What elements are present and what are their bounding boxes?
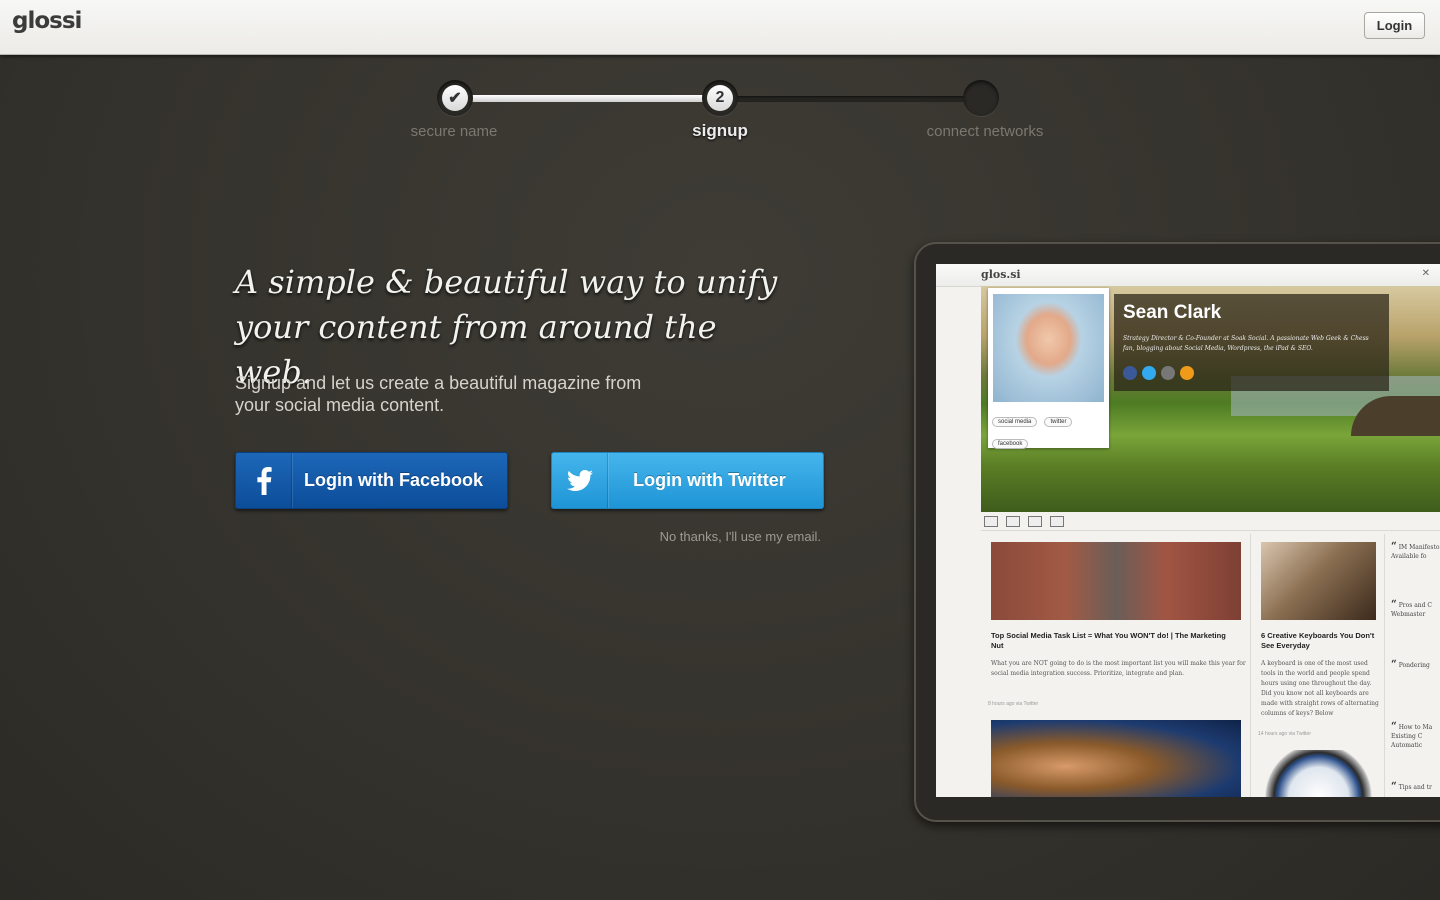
column-divider [1384, 534, 1385, 797]
facebook-icon [236, 453, 292, 508]
google-plus-icon [1161, 366, 1175, 380]
quote-text: How to Ma Existing C Automatic [1391, 724, 1433, 749]
glove-article-image [1261, 542, 1376, 620]
subtitle-line-1: Signup and let us create a beautiful mag… [235, 373, 642, 393]
tag-social-media: social media [992, 417, 1038, 427]
article-meta: 8 hours ago via Twitter [988, 701, 1039, 707]
login-with-twitter-button[interactable]: Login with Twitter [551, 452, 824, 509]
article-icon [1028, 516, 1042, 527]
close-icon: ✕ [1421, 268, 1430, 279]
article-excerpt: What you are NOT going to do is the most… [991, 660, 1246, 677]
rss-icon [1180, 366, 1194, 380]
article-title: Top Social Media Task List = What You WO… [991, 631, 1226, 650]
tag-twitter: twitter [1044, 417, 1073, 427]
profile-bio: Strategy Director & Co-Founder at Soak S… [1123, 335, 1369, 352]
tag-facebook: facebook [992, 439, 1029, 449]
subtitle: Signup and let us create a beautiful mag… [235, 372, 715, 416]
step-signup-marker: 2 [702, 80, 738, 116]
profile-name: Sean Clark [1123, 302, 1222, 323]
profile-social-icons [1123, 366, 1194, 380]
facebook-icon [1123, 366, 1137, 380]
preview-divider [981, 530, 1440, 531]
tweet-quote: “ How to Ma Existing C Automatic [1391, 721, 1433, 750]
twitter-button-label: Login with Twitter [633, 470, 786, 490]
tweet-quote: “ Pros and C Webmaster [1391, 599, 1432, 619]
image-icon [1006, 516, 1020, 527]
step-connect-networks-marker [963, 80, 999, 116]
preview-logo: glos.si [981, 268, 1021, 281]
article-excerpt: A keyboard is one of the most used tools… [1261, 660, 1379, 717]
glossi-logo[interactable]: glossi [12, 8, 82, 34]
stepper-progress [455, 95, 721, 102]
quote-text: Tips and tr [1398, 784, 1432, 791]
step-number: 2 [707, 85, 733, 111]
checkmark-icon: ✔ [442, 85, 468, 111]
step-secure-name-marker: ✔ [437, 80, 473, 116]
twitter-bird-icon [552, 453, 608, 508]
camera-icon [1050, 516, 1064, 527]
kids-article-image [991, 720, 1241, 797]
column-divider [1250, 534, 1251, 797]
quote-text: Pondering [1398, 662, 1430, 669]
login-with-facebook-button[interactable]: Login with Facebook [235, 452, 508, 509]
tablet-screen-preview: glos.si ✕ social media twitter facebook … [936, 264, 1440, 797]
avatar [993, 294, 1104, 402]
subtitle-line-2: your social media content. [235, 395, 445, 415]
step-label-connect-networks: connect networks [926, 123, 1044, 140]
article-title: 6 Creative Keyboards You Don't See Every… [1261, 631, 1375, 650]
tweet-quote: “ Pondering [1391, 659, 1430, 670]
headline-line-1: A simple & beautiful way to unify [235, 263, 778, 301]
clock-article-image [1261, 750, 1376, 797]
facebook-button-label: Login with Facebook [304, 470, 483, 490]
top-bar: glossi Login [0, 0, 1440, 55]
chimp-article-image [991, 542, 1241, 620]
tweet-quote: “ Tips and tr [1391, 781, 1432, 792]
twitter-icon [1142, 366, 1156, 380]
profile-card: social media twitter facebook [988, 288, 1109, 449]
preview-view-toolbar [984, 516, 1064, 527]
tweet-quote: “ IM Manifesto Available fo [1391, 541, 1440, 561]
article-meta: 14 hours ago via Twitter [1258, 731, 1311, 737]
use-email-link[interactable]: No thanks, I'll use my email. [600, 529, 821, 544]
quote-text: IM Manifesto Available fo [1391, 544, 1440, 560]
step-label-secure-name: secure name [410, 123, 498, 140]
step-label-signup: signup [692, 121, 748, 140]
preview-top-bar: glos.si ✕ [936, 264, 1440, 287]
grid-icon [984, 516, 998, 527]
profile-name-panel: Sean Clark Strategy Director & Co-Founde… [1114, 294, 1389, 391]
profile-tags: social media twitter facebook [992, 408, 1108, 452]
login-button[interactable]: Login [1364, 12, 1425, 39]
quote-text: Pros and C Webmaster [1391, 602, 1432, 618]
